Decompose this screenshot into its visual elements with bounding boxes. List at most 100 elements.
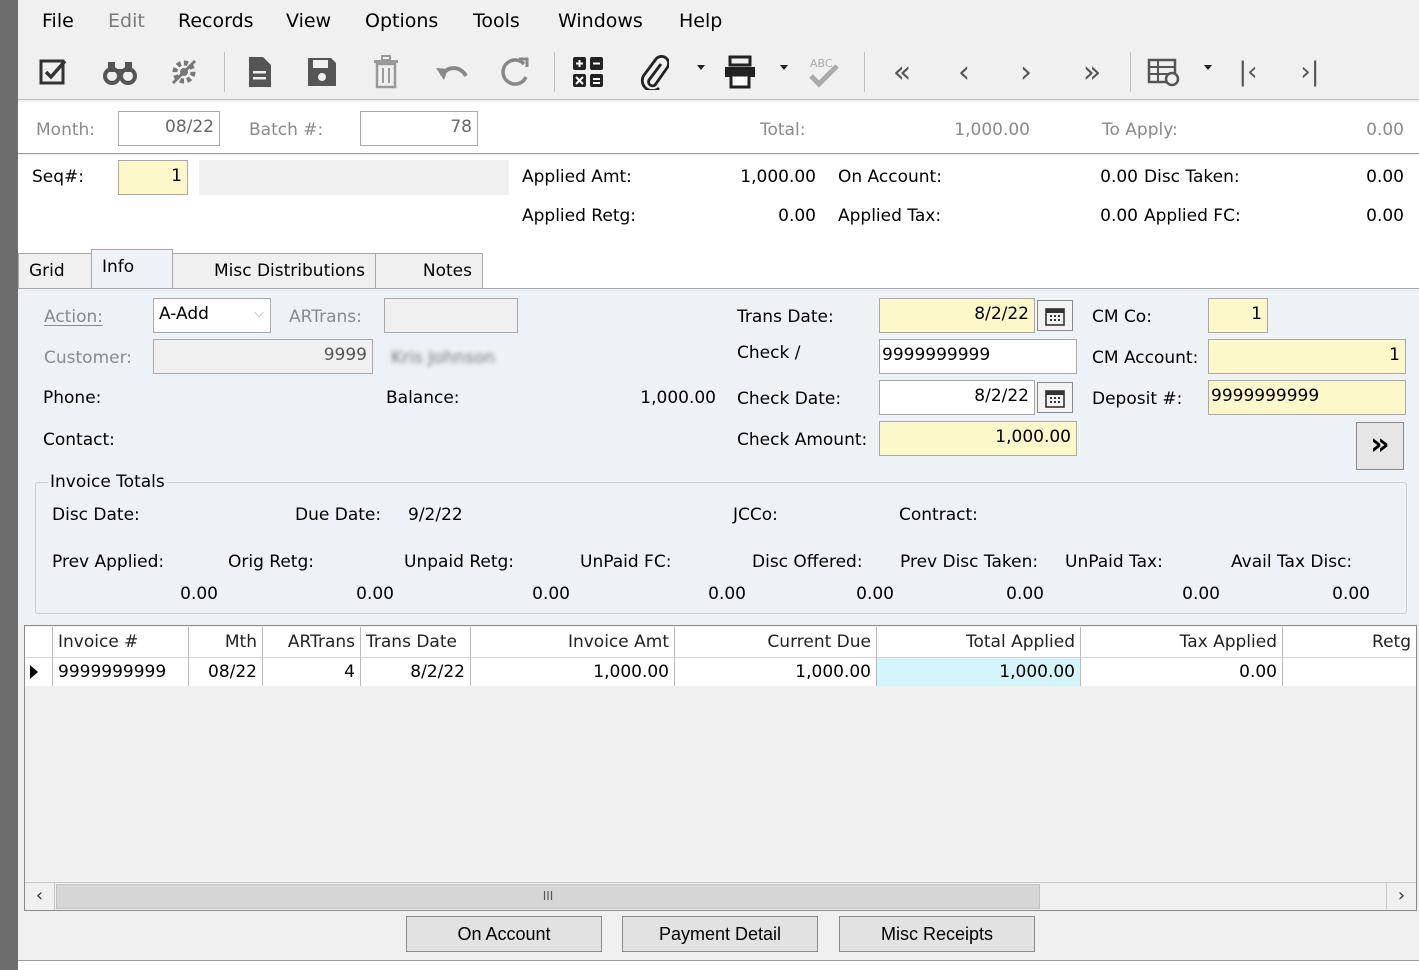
first-record-icon[interactable]: « <box>880 52 924 92</box>
cell-trans-date[interactable]: 8/2/22 <box>361 657 471 686</box>
menu-records[interactable]: Records <box>178 10 254 32</box>
col-total-applied[interactable]: Total Applied <box>877 627 1081 657</box>
horizontal-scrollbar[interactable]: ‹ III › <box>25 882 1416 910</box>
unpaid-retg-label: Unpaid Retg: <box>404 552 515 572</box>
col-retg[interactable]: Retg <box>1283 627 1416 657</box>
col-trans-date[interactable]: Trans Date <box>361 627 471 657</box>
app-window: File Edit Records View Options Tools Win… <box>18 0 1419 970</box>
next-record-icon[interactable]: › <box>1006 52 1046 92</box>
calendar-icon[interactable] <box>1037 300 1073 331</box>
attachment-icon[interactable] <box>634 52 674 92</box>
edit-check-icon[interactable] <box>34 52 74 92</box>
jcco-label: JCCo: <box>733 505 778 525</box>
col-tax-applied[interactable]: Tax Applied <box>1081 627 1283 657</box>
last-icon[interactable]: ›| <box>1290 52 1330 92</box>
status-bar <box>18 960 1419 970</box>
applied-retg-value: 0.00 <box>778 206 816 226</box>
tab-misc-distributions[interactable]: Misc Distributions <box>172 253 376 289</box>
cell-mth[interactable]: 08/22 <box>189 657 263 686</box>
tab-info[interactable]: Info <box>91 249 173 289</box>
applied-amt-label: Applied Amt: <box>522 167 632 187</box>
tab-grid[interactable]: Grid <box>18 253 92 289</box>
calendar-icon[interactable] <box>1037 382 1073 413</box>
new-document-icon[interactable] <box>240 52 280 92</box>
applied-amt-value: 1,000.00 <box>740 167 816 187</box>
delete-icon[interactable] <box>366 52 406 92</box>
month-field[interactable]: 08/22 <box>118 111 220 146</box>
check-date-field[interactable]: 8/2/22 <box>879 380 1035 415</box>
col-invoice-amt[interactable]: Invoice Amt <box>471 627 675 657</box>
customer-field[interactable]: 9999 <box>153 339 373 374</box>
avail-tax-disc-value: 0.00 <box>1332 584 1370 604</box>
batch-label: Batch #: <box>249 120 324 140</box>
menu-help[interactable]: Help <box>679 10 722 32</box>
settings-icon[interactable] <box>164 52 204 92</box>
misc-receipts-button[interactable]: Misc Receipts <box>839 916 1035 952</box>
deposit-field[interactable]: 9999999999 <box>1208 380 1406 415</box>
previous-record-icon[interactable]: ‹ <box>944 52 984 92</box>
calculator-icon[interactable] <box>568 52 608 92</box>
undo-icon[interactable] <box>430 52 474 92</box>
scroll-right-icon[interactable]: › <box>1386 883 1416 910</box>
cell-tax-applied[interactable]: 0.00 <box>1081 657 1283 686</box>
cell-invoice-number[interactable]: 9999999999 <box>53 657 189 686</box>
scroll-thumb[interactable]: III <box>56 884 1040 909</box>
disc-taken-value: 0.00 <box>1366 167 1404 187</box>
spellcheck-icon[interactable]: ABC <box>802 52 846 92</box>
refresh-icon[interactable] <box>494 52 534 92</box>
cell-artrans[interactable]: 4 <box>263 657 361 686</box>
cell-retg[interactable] <box>1283 657 1416 686</box>
cm-account-field[interactable]: 1 <box>1208 339 1406 374</box>
cell-total-applied[interactable]: 1,000.00 <box>877 657 1081 686</box>
grid-options-icon[interactable] <box>1144 52 1184 92</box>
last-record-icon[interactable]: » <box>1070 52 1114 92</box>
menu-windows[interactable]: Windows <box>558 10 643 32</box>
seq-field[interactable]: 1 <box>118 160 188 195</box>
cm-co-field[interactable]: 1 <box>1208 298 1268 333</box>
balance-value: 1,000.00 <box>640 388 716 408</box>
check-amount-field[interactable]: 1,000.00 <box>879 421 1077 456</box>
menu-view[interactable]: View <box>286 10 331 32</box>
cm-co-label: CM Co: <box>1092 307 1152 327</box>
col-current-due[interactable]: Current Due <box>675 627 877 657</box>
print-icon[interactable] <box>718 52 762 92</box>
tab-notes[interactable]: Notes <box>375 253 483 289</box>
menu-file[interactable]: File <box>42 10 74 32</box>
invoice-grid: Invoice # Mth ARTrans Trans Date Invoice… <box>24 625 1417 911</box>
batch-field[interactable]: 78 <box>360 111 478 146</box>
orig-retg-value: 0.00 <box>356 584 394 604</box>
cm-account-label: CM Account: <box>1092 348 1199 368</box>
check-number-field[interactable]: 9999999999 <box>879 339 1077 374</box>
cell-invoice-amt[interactable]: 1,000.00 <box>471 657 675 686</box>
menu-tools[interactable]: Tools <box>473 10 520 32</box>
payment-detail-button[interactable]: Payment Detail <box>622 916 818 952</box>
more-button[interactable]: » <box>1356 422 1404 470</box>
unpaid-tax-value: 0.00 <box>1182 584 1220 604</box>
artrans-label: ARTrans: <box>289 307 362 327</box>
save-icon[interactable] <box>302 52 342 92</box>
menu-options[interactable]: Options <box>365 10 438 32</box>
trans-date-field[interactable]: 8/2/22 <box>879 298 1035 333</box>
prev-disc-taken-value: 0.00 <box>1006 584 1044 604</box>
action-dropdown[interactable]: A-Add ⌵ <box>153 298 271 333</box>
check-date-label: Check Date: <box>737 389 842 409</box>
binoculars-icon[interactable] <box>100 52 140 92</box>
to-apply-label: To Apply: <box>1102 120 1178 140</box>
menu-bar: File Edit Records View Options Tools Win… <box>18 0 1419 44</box>
balance-label: Balance: <box>386 388 460 408</box>
trans-date-label: Trans Date: <box>737 307 834 327</box>
col-mth[interactable]: Mth <box>189 627 263 657</box>
first-icon[interactable]: |‹ <box>1228 52 1268 92</box>
col-invoice-number[interactable]: Invoice # <box>53 627 189 657</box>
due-date-label: Due Date: <box>295 505 382 525</box>
applied-fc-value: 0.00 <box>1366 206 1404 226</box>
chevron-down-icon: ⌵ <box>254 306 264 321</box>
on-account-button[interactable]: On Account <box>406 916 602 952</box>
row-selector[interactable] <box>25 657 53 686</box>
menu-edit[interactable]: Edit <box>108 10 145 32</box>
scroll-left-icon[interactable]: ‹ <box>25 883 55 910</box>
cell-current-due[interactable]: 1,000.00 <box>675 657 877 686</box>
unpaid-retg-value: 0.00 <box>532 584 570 604</box>
col-artrans[interactable]: ARTrans <box>263 627 361 657</box>
artrans-field[interactable] <box>384 298 518 333</box>
